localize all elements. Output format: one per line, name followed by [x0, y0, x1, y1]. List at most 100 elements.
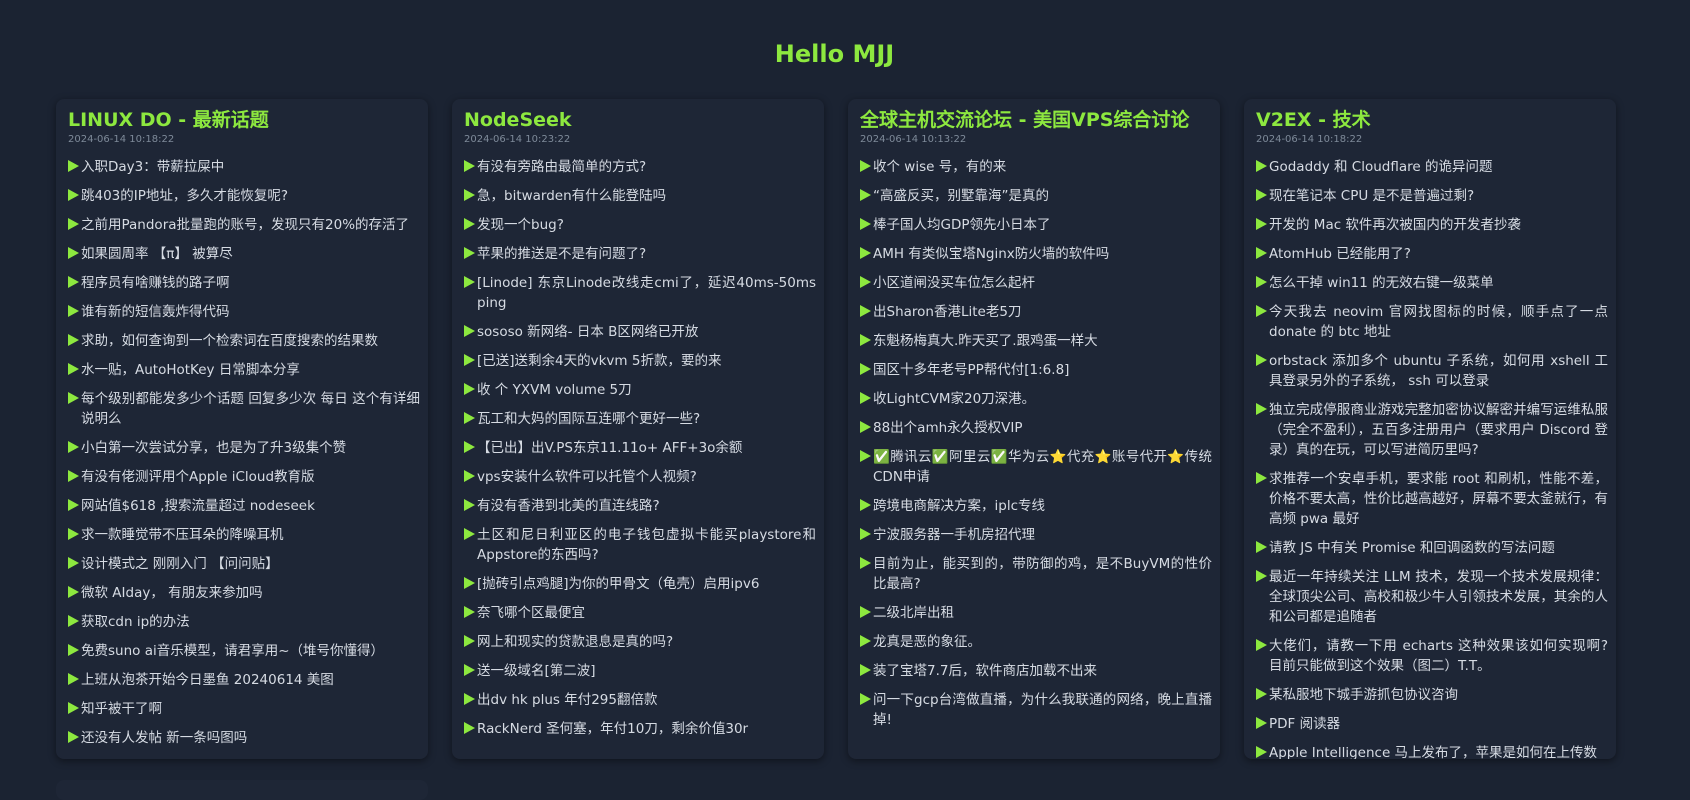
- topic-item[interactable]: 大佬们，请教一下用 echarts 这种效果该如何实现啊? 目前只能做到这个效果…: [1256, 636, 1608, 676]
- topic-link[interactable]: AtomHub 已经能用了?: [1269, 244, 1411, 264]
- topic-link[interactable]: 龙真是恶的象征。: [873, 632, 981, 652]
- topic-link[interactable]: 收LightCVM家20刀深港。: [873, 389, 1035, 409]
- topic-link[interactable]: 小白第一次尝试分享，也是为了升3级集个赞: [81, 438, 346, 458]
- topic-item[interactable]: RackNerd 圣何塞，年付10刀，剩余价值30r: [464, 719, 816, 739]
- topic-item[interactable]: 装了宝塔7.7后，软件商店加载不出来: [860, 661, 1212, 681]
- topic-link[interactable]: 问一下gcp台湾做直播，为什么我联通的网络，晚上直播掉!: [873, 690, 1212, 730]
- topic-item[interactable]: 求推荐一个安卓手机，要求能 root 和刷机，性能不差，价格不要太高，性价比越高…: [1256, 469, 1608, 529]
- topic-link[interactable]: ✅腾讯云✅阿里云✅华为云⭐代充⭐账号代开⭐传统CDN申请: [873, 447, 1212, 487]
- topic-link[interactable]: [抛砖引点鸡腿]为你的甲骨文（龟壳）启用ipv6: [477, 574, 759, 594]
- topic-item[interactable]: AtomHub 已经能用了?: [1256, 244, 1608, 264]
- topic-item[interactable]: 网站值$618 ,搜索流量超过 nodeseek: [68, 496, 420, 516]
- topic-link[interactable]: [Linode] 东京Linode改线走cmi了，延迟40ms-50ms pin…: [477, 273, 816, 313]
- topic-link[interactable]: RackNerd 圣何塞，年付10刀，剩余价值30r: [477, 719, 748, 739]
- topic-item[interactable]: 今天我去 neovim 官网找图标的时候，顺手点了一点 donate 的 btc…: [1256, 302, 1608, 342]
- topic-item[interactable]: 每个级别都能发多少个话题 回复多少次 每日 这个有详细说明么: [68, 389, 420, 429]
- topic-link[interactable]: 急，bitwarden有什么能登陆吗: [477, 186, 666, 206]
- topic-item[interactable]: 入职Day3：带薪拉屎中: [68, 157, 420, 177]
- topic-link[interactable]: 开发的 Mac 软件再次被国内的开发者抄袭: [1269, 215, 1521, 235]
- topic-item[interactable]: orbstack 添加多个 ubuntu 子系统，如何用 xshell 工具登录…: [1256, 351, 1608, 391]
- topic-item[interactable]: 请教 JS 中有关 Promise 和回调函数的写法问题: [1256, 538, 1608, 558]
- topic-item[interactable]: 问一下gcp台湾做直播，为什么我联通的网络，晚上直播掉!: [860, 690, 1212, 730]
- topic-item[interactable]: 二级北岸出租: [860, 603, 1212, 623]
- topic-link[interactable]: 装了宝塔7.7后，软件商店加载不出来: [873, 661, 1097, 681]
- topic-link[interactable]: AMH 有类似宝塔Nginx防火墙的软件吗: [873, 244, 1109, 264]
- topic-item[interactable]: 出dv hk plus 年付295翻倍款: [464, 690, 816, 710]
- topic-link[interactable]: Godaddy 和 Cloudflare 的诡异问题: [1269, 157, 1492, 177]
- topic-item[interactable]: 有没有香港到北美的直连线路?: [464, 496, 816, 516]
- topic-item[interactable]: vps安装什么软件可以托管个人视频?: [464, 467, 816, 487]
- topic-item[interactable]: 求助，如何查询到一个检索词在百度搜索的结果数: [68, 331, 420, 351]
- topic-item[interactable]: 免费suno ai音乐模型，请君享用~（堆号你懂得）: [68, 641, 420, 661]
- topic-item[interactable]: “高盛反买，别墅靠海”是真的: [860, 186, 1212, 206]
- topic-link[interactable]: 某私服地下城手游抓包协议咨询: [1269, 685, 1458, 705]
- topic-link[interactable]: 知乎被干了啊: [81, 699, 162, 719]
- topic-item[interactable]: 谁有新的短信轰炸得代码: [68, 302, 420, 322]
- topic-link[interactable]: 出Sharon香港Lite老5刀: [873, 302, 1021, 322]
- topic-item[interactable]: 有没有旁路由最简单的方式?: [464, 157, 816, 177]
- topic-item[interactable]: PDF 阅读器: [1256, 714, 1608, 734]
- topic-item[interactable]: 苹果的推送是不是有问题了?: [464, 244, 816, 264]
- topic-item[interactable]: 土区和尼日利亚区的电子钱包虚拟卡能买playstore和Appstore的东西吗…: [464, 525, 816, 565]
- feed-title[interactable]: LINUX DO - 最新话题: [68, 107, 420, 133]
- feed-title[interactable]: 全球主机交流论坛 - 美国VPS综合讨论: [860, 107, 1212, 133]
- feed-title[interactable]: NodeSeek: [464, 107, 816, 133]
- topic-link[interactable]: 宁波服务器一手机房招代理: [873, 525, 1035, 545]
- topic-item[interactable]: 宁波服务器一手机房招代理: [860, 525, 1212, 545]
- topic-link[interactable]: 独立完成停服商业游戏完整加密协议解密并编写运维私服（完全不盈利），五百多注册用户…: [1269, 400, 1608, 460]
- topic-item[interactable]: 目前为止，能买到的，带防御的鸡，是不BuyVM的性价比最高?: [860, 554, 1212, 594]
- topic-link[interactable]: 每个级别都能发多少个话题 回复多少次 每日 这个有详细说明么: [81, 389, 420, 429]
- topic-link[interactable]: 出dv hk plus 年付295翻倍款: [477, 690, 657, 710]
- topic-link[interactable]: 水一贴，AutoHotKey 日常脚本分享: [81, 360, 300, 380]
- topic-link[interactable]: 怎么干掉 win11 的无效右键一级菜单: [1269, 273, 1494, 293]
- topic-item[interactable]: 送一级域名[第二波]: [464, 661, 816, 681]
- topic-link[interactable]: 目前为止，能买到的，带防御的鸡，是不BuyVM的性价比最高?: [873, 554, 1212, 594]
- topic-link[interactable]: 东魁杨梅真大.昨天买了.跟鸡蛋一样大: [873, 331, 1098, 351]
- topic-link[interactable]: 收 个 YXVM volume 5刀: [477, 380, 632, 400]
- topic-link[interactable]: 88出个amh永久授权VIP: [873, 418, 1023, 438]
- topic-item[interactable]: AMH 有类似宝塔Nginx防火墙的软件吗: [860, 244, 1212, 264]
- topic-item[interactable]: 如果圆周率 【π】 被算尽: [68, 244, 420, 264]
- topic-link[interactable]: sososo 新网络- 日本 B区网络已开放: [477, 322, 698, 342]
- topic-link[interactable]: 跨境电商解决方案，iplc专线: [873, 496, 1045, 516]
- topic-link[interactable]: 上班从泡茶开始今日墨鱼 20240614 美图: [81, 670, 334, 690]
- topic-item[interactable]: 棒子国人均GDP领先小日本了: [860, 215, 1212, 235]
- feed-title[interactable]: V2EX - 技术: [1256, 107, 1608, 133]
- topic-link[interactable]: 之前用Pandora批量跑的账号，发现只有20%的存活了: [81, 215, 409, 235]
- topic-item[interactable]: 程序员有啥赚钱的路子啊: [68, 273, 420, 293]
- topic-link[interactable]: PDF 阅读器: [1269, 714, 1340, 734]
- topic-link[interactable]: 棒子国人均GDP领先小日本了: [873, 215, 1051, 235]
- topic-item[interactable]: 瓦工和大妈的国际互连哪个更好一些?: [464, 409, 816, 429]
- topic-item[interactable]: 出Sharon香港Lite老5刀: [860, 302, 1212, 322]
- topic-link[interactable]: 国区十多年老号PP帮代付[1:6.8]: [873, 360, 1069, 380]
- topic-link[interactable]: 小区道闸没买车位怎么起杆: [873, 273, 1035, 293]
- topic-link[interactable]: 入职Day3：带薪拉屎中: [81, 157, 224, 177]
- topic-link[interactable]: 程序员有啥赚钱的路子啊: [81, 273, 230, 293]
- topic-item[interactable]: 最近一年持续关注 LLM 技术，发现一个技术发展规律： 全球顶尖公司、高校和极少…: [1256, 567, 1608, 627]
- topic-link[interactable]: 土区和尼日利亚区的电子钱包虚拟卡能买playstore和Appstore的东西吗…: [477, 525, 816, 565]
- topic-link[interactable]: 有没有旁路由最简单的方式?: [477, 157, 646, 177]
- topic-item[interactable]: 知乎被干了啊: [68, 699, 420, 719]
- topic-item[interactable]: ✅腾讯云✅阿里云✅华为云⭐代充⭐账号代开⭐传统CDN申请: [860, 447, 1212, 487]
- topic-item[interactable]: 现在笔记本 CPU 是不是普遍过剩?: [1256, 186, 1608, 206]
- topic-link[interactable]: vps安装什么软件可以托管个人视频?: [477, 467, 697, 487]
- topic-item[interactable]: sososo 新网络- 日本 B区网络已开放: [464, 322, 816, 342]
- topic-item[interactable]: 获取cdn ip的办法: [68, 612, 420, 632]
- topic-link[interactable]: 发现一个bug?: [477, 215, 564, 235]
- topic-link[interactable]: 免费suno ai音乐模型，请君享用~（堆号你懂得）: [81, 641, 384, 661]
- topic-item[interactable]: 收个 wise 号，有的来: [860, 157, 1212, 177]
- topic-link[interactable]: 收个 wise 号，有的来: [873, 157, 1006, 177]
- topic-link[interactable]: 求推荐一个安卓手机，要求能 root 和刷机，性能不差，价格不要太高，性价比越高…: [1269, 469, 1608, 529]
- topic-item[interactable]: 东魁杨梅真大.昨天买了.跟鸡蛋一样大: [860, 331, 1212, 351]
- topic-link[interactable]: 最近一年持续关注 LLM 技术，发现一个技术发展规律： 全球顶尖公司、高校和极少…: [1269, 567, 1608, 627]
- topic-item[interactable]: 求一款睡觉带不压耳朵的降噪耳机: [68, 525, 420, 545]
- topic-item[interactable]: [抛砖引点鸡腿]为你的甲骨文（龟壳）启用ipv6: [464, 574, 816, 594]
- topic-item[interactable]: 国区十多年老号PP帮代付[1:6.8]: [860, 360, 1212, 380]
- topic-item[interactable]: [Linode] 东京Linode改线走cmi了，延迟40ms-50ms pin…: [464, 273, 816, 313]
- topic-link[interactable]: [已送]送剩余4天的vkvm 5折款，要的来: [477, 351, 721, 371]
- topic-item[interactable]: 设计模式之 刚刚入门 【问问贴】: [68, 554, 420, 574]
- topic-link[interactable]: 【已出】出V.PS东京11.11o+ AFF+3o余额: [477, 438, 742, 458]
- topic-link[interactable]: 还没有人发帖 新一条吗图吗: [81, 728, 247, 748]
- topic-item[interactable]: 独立完成停服商业游戏完整加密协议解密并编写运维私服（完全不盈利），五百多注册用户…: [1256, 400, 1608, 460]
- topic-link[interactable]: 谁有新的短信轰炸得代码: [81, 302, 230, 322]
